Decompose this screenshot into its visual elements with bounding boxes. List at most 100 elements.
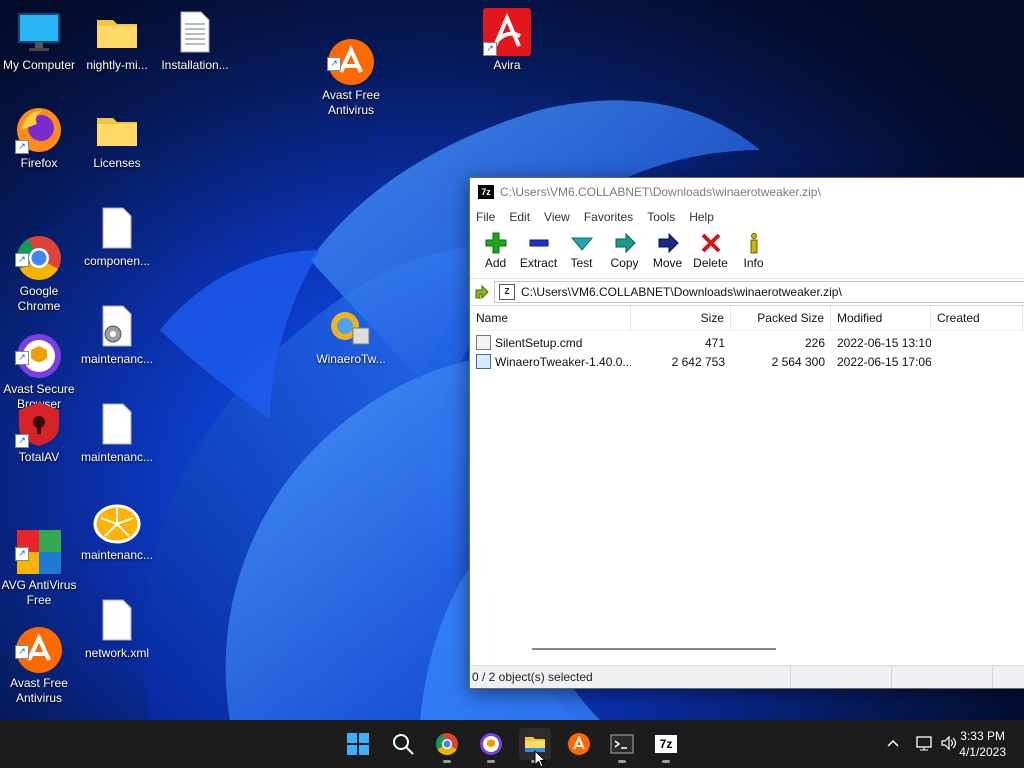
- text-file-icon: [171, 8, 219, 56]
- chevron-up-icon: [887, 739, 899, 747]
- avast-secure-browser-icon: ↗: [15, 317, 63, 378]
- clock-time: 3:33 PM: [960, 729, 1005, 743]
- terminal-icon: [610, 734, 634, 754]
- desktop-icon-winaero-tweaker[interactable]: WinaeroTw...: [311, 302, 391, 367]
- avast-icon: ↗: [15, 611, 63, 673]
- menu-tools[interactable]: Tools: [647, 210, 675, 224]
- cmd-file-icon: [476, 335, 491, 350]
- speaker-icon: [941, 735, 957, 751]
- settings-file-icon: [93, 302, 141, 350]
- network-button[interactable]: [916, 735, 934, 754]
- desktop-icon-avast-free-antivirus-2[interactable]: ↗ Avast Free Antivirus: [0, 596, 79, 721]
- orange-slice-icon: [93, 498, 141, 546]
- shortcut-arrow-icon: ↗: [15, 253, 29, 267]
- column-created[interactable]: Created: [931, 306, 1023, 330]
- desktop-icon-firefox[interactable]: ↗ Firefox: [0, 106, 79, 171]
- extract-button[interactable]: Extract: [517, 228, 560, 270]
- copy-button[interactable]: Copy: [603, 228, 646, 270]
- status-bar: 0 / 2 object(s) selected: [470, 665, 1024, 688]
- system-tray: 3:33 PM 4/1/2023: [844, 720, 1024, 768]
- scrollbar-thumb[interactable]: [532, 648, 776, 650]
- running-indicator: [487, 760, 495, 763]
- column-size[interactable]: Size: [631, 306, 731, 330]
- clock-date: 4/1/2023: [959, 745, 1006, 759]
- desktop-icon-components[interactable]: componen...: [77, 204, 157, 269]
- avast-icon: [568, 733, 590, 755]
- status-cell-3: [892, 666, 993, 688]
- address-bar: Z C:\Users\VM6.COLLABNET\Downloads\winae…: [470, 279, 1024, 306]
- blank-file-icon: [93, 204, 141, 252]
- taskbar-terminal[interactable]: [606, 728, 638, 763]
- avira-icon: ↗: [483, 8, 531, 56]
- start-button[interactable]: [342, 728, 374, 760]
- sevenzip-icon: 7z: [655, 735, 677, 753]
- file-row[interactable]: WinaeroTweaker-1.40.0.... 2 642 753 2 56…: [470, 352, 1024, 371]
- file-list: Name Size Packed Size Modified Created S…: [470, 306, 1024, 631]
- folder-icon: [93, 8, 141, 56]
- test-button[interactable]: Test: [560, 228, 603, 270]
- avast-icon: ↗: [327, 23, 375, 85]
- desktop-icon-network-xml[interactable]: network.xml: [77, 596, 157, 661]
- copy-arrow-icon: [615, 232, 636, 254]
- info-button[interactable]: Info: [732, 228, 775, 270]
- desktop-icon-installation[interactable]: Installation...: [155, 8, 235, 73]
- add-button[interactable]: Add: [474, 228, 517, 270]
- sevenzip-window[interactable]: 7z C:\Users\VM6.COLLABNET\Downloads\wina…: [469, 177, 1024, 689]
- desktop-icon-avira[interactable]: ↗ Avira: [467, 8, 547, 73]
- menu-file[interactable]: File: [476, 210, 495, 224]
- desktop-icon-nightly-folder[interactable]: nightly-mi...: [77, 8, 157, 73]
- exe-file-icon: [476, 354, 491, 369]
- folder-icon: [93, 106, 141, 154]
- shortcut-arrow-icon: ↗: [483, 42, 497, 56]
- desktop-icon-maintenance-1[interactable]: maintenanc...: [77, 302, 157, 367]
- shortcut-arrow-icon: ↗: [15, 434, 29, 448]
- sevenzip-app-icon: 7z: [478, 185, 494, 199]
- move-arrow-icon: [658, 232, 679, 254]
- search-button[interactable]: [387, 728, 419, 760]
- desktop-icon-maintenance-2[interactable]: maintenanc...: [77, 400, 157, 465]
- menu-view[interactable]: View: [544, 210, 570, 224]
- volume-button[interactable]: [940, 735, 958, 754]
- column-packed-size[interactable]: Packed Size: [731, 306, 831, 330]
- file-list-header: Name Size Packed Size Modified Created: [470, 306, 1024, 331]
- move-button[interactable]: Move: [646, 228, 689, 270]
- up-folder-button[interactable]: [470, 280, 494, 304]
- status-cell-2: [791, 666, 892, 688]
- plus-icon: [485, 232, 506, 254]
- column-name[interactable]: Name: [470, 306, 631, 330]
- taskbar-avast-secure-browser[interactable]: [475, 728, 507, 763]
- window-titlebar[interactable]: 7z C:\Users\VM6.COLLABNET\Downloads\wina…: [470, 178, 1024, 206]
- menu-favorites[interactable]: Favorites: [584, 210, 633, 224]
- taskbar-7zip[interactable]: 7z: [650, 728, 682, 763]
- menu-edit[interactable]: Edit: [509, 210, 530, 224]
- menu-help[interactable]: Help: [689, 210, 714, 224]
- toolbar: Add Extract Test Copy Move Delete Info: [470, 228, 1024, 279]
- address-input[interactable]: Z C:\Users\VM6.COLLABNET\Downloads\winae…: [494, 281, 1024, 303]
- show-hidden-icons-button[interactable]: [886, 736, 900, 753]
- desktop-icon-my-computer[interactable]: My Computer: [0, 8, 79, 73]
- info-icon: [750, 233, 757, 254]
- taskbar: 7z 3:33 PM 4/1/2023: [0, 720, 1024, 768]
- shortcut-arrow-icon: ↗: [327, 57, 341, 71]
- minus-icon: [529, 239, 548, 247]
- winaero-installer-icon: [327, 302, 375, 350]
- clock-button[interactable]: 3:33 PM 4/1/2023: [959, 728, 1006, 760]
- horizontal-scrollbar[interactable]: [470, 640, 1024, 660]
- column-modified[interactable]: Modified: [831, 306, 931, 330]
- network-icon: [916, 736, 932, 751]
- taskbar-avast[interactable]: [563, 728, 595, 760]
- shortcut-arrow-icon: ↗: [15, 645, 29, 659]
- running-indicator: [618, 760, 626, 763]
- running-indicator: [443, 760, 451, 763]
- taskbar-chrome[interactable]: [431, 728, 463, 763]
- menu-bar: File Edit View Favorites Tools Help: [470, 206, 1024, 228]
- desktop-icon-licenses[interactable]: Licenses: [77, 106, 157, 171]
- search-icon: [393, 734, 414, 755]
- desktop-icon-avast-free-antivirus[interactable]: ↗ Avast Free Antivirus: [311, 8, 391, 133]
- shortcut-arrow-icon: ↗: [15, 140, 29, 154]
- delete-button[interactable]: Delete: [689, 228, 732, 270]
- shortcut-arrow-icon: ↗: [15, 351, 29, 365]
- file-row[interactable]: SilentSetup.cmd 471 226 2022-06-15 13:10: [470, 333, 1024, 352]
- desktop-icon-totalav[interactable]: ↗ TotalAV: [0, 400, 79, 465]
- desktop-icon-maintenance-3[interactable]: maintenanc...: [77, 498, 157, 563]
